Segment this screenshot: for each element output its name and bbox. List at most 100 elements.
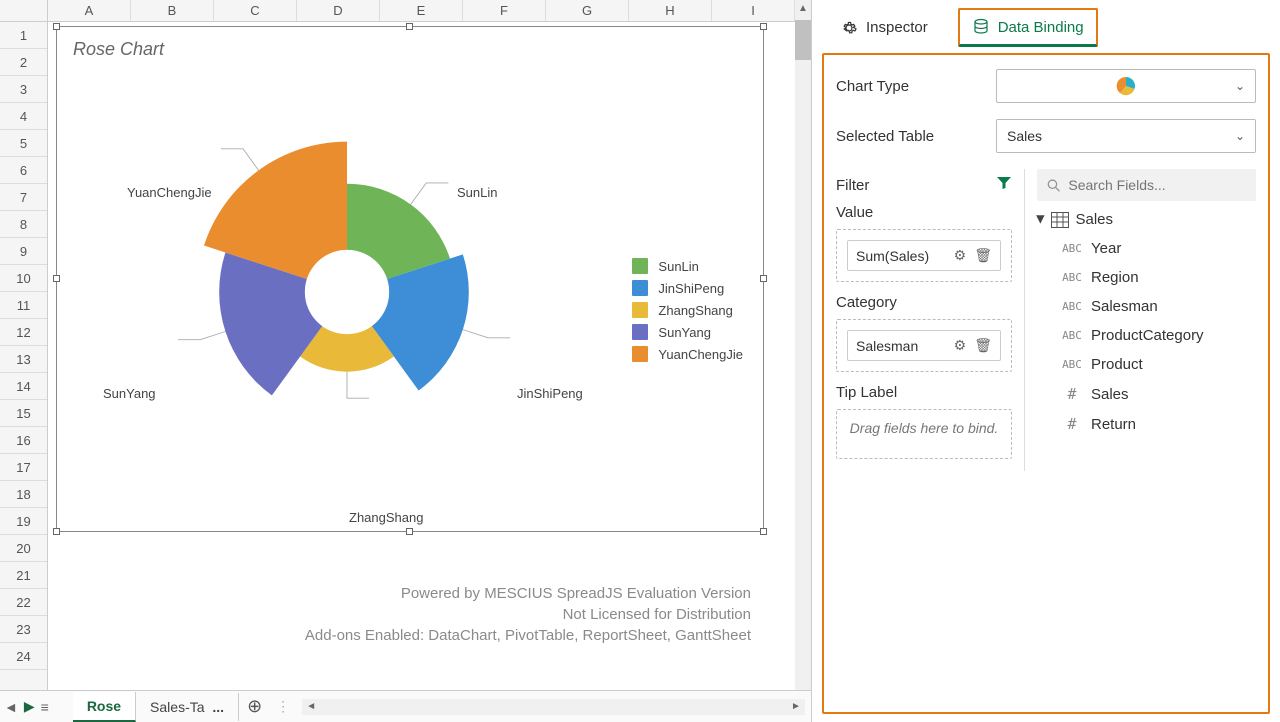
row-header[interactable]: 18 <box>0 481 47 508</box>
tab-resize-grip-icon[interactable]: ⋮ <box>270 698 296 715</box>
vertical-scrollbar[interactable]: ▲ <box>795 0 811 690</box>
row-header[interactable]: 1 <box>0 22 47 49</box>
value-chip[interactable]: Sum(Sales) ⚙ 🗑 <box>847 240 1001 271</box>
field-item[interactable]: ABCProduct <box>1037 350 1256 379</box>
field-item[interactable]: #Sales <box>1037 379 1256 409</box>
row-header[interactable]: 24 <box>0 643 47 670</box>
grid-area[interactable]: ABCDEFGHI 123456789101112131415161718192… <box>0 0 811 690</box>
search-icon <box>1047 178 1060 193</box>
trash-icon[interactable]: 🗑 <box>974 247 992 264</box>
row-header[interactable]: 13 <box>0 346 47 373</box>
column-header[interactable]: E <box>380 0 463 21</box>
resize-handle[interactable] <box>406 528 413 535</box>
row-headers[interactable]: 123456789101112131415161718192021222324 <box>0 22 48 690</box>
field-label: Product <box>1091 356 1143 373</box>
row-header[interactable]: 6 <box>0 157 47 184</box>
tiplabel-drop-zone[interactable]: Drag fields here to bind. <box>836 409 1012 459</box>
tab-nav-buttons[interactable]: ◄ ▶ ≡ <box>0 698 53 715</box>
column-header[interactable]: F <box>463 0 546 21</box>
field-item[interactable]: ABCProductCategory <box>1037 321 1256 350</box>
number-type-icon: # <box>1061 415 1083 433</box>
row-header[interactable]: 14 <box>0 373 47 400</box>
row-header[interactable]: 4 <box>0 103 47 130</box>
sheet-tab-label: Sales-Ta <box>150 699 204 715</box>
trash-icon[interactable]: 🗑 <box>974 337 992 354</box>
resize-handle[interactable] <box>406 23 413 30</box>
add-sheet-button[interactable]: ⊕ <box>239 696 270 717</box>
row-header[interactable]: 21 <box>0 562 47 589</box>
row-header[interactable]: 8 <box>0 211 47 238</box>
field-item[interactable]: #Return <box>1037 409 1256 439</box>
select-all-corner[interactable] <box>0 0 48 22</box>
gear-icon[interactable]: ⚙ <box>954 247 967 264</box>
value-drop-zone[interactable]: Sum(Sales) ⚙ 🗑 <box>836 229 1012 282</box>
field-item[interactable]: ABCYear <box>1037 234 1256 263</box>
column-headers[interactable]: ABCDEFGHI <box>48 0 795 22</box>
sheet-tab-active[interactable]: Rose <box>73 692 136 722</box>
tab-data-binding[interactable]: Data Binding <box>958 8 1098 47</box>
field-tree-root[interactable]: ▶ Sales <box>1037 211 1256 228</box>
scroll-right-arrow-icon[interactable]: ► <box>787 699 805 715</box>
gear-icon[interactable]: ⚙ <box>954 337 967 354</box>
watermark-line: Add-ons Enabled: DataChart, PivotTable, … <box>305 627 751 644</box>
legend-item: JinShiPeng <box>632 280 743 296</box>
selected-table-select[interactable]: Sales ⌄ <box>996 119 1256 153</box>
row-header[interactable]: 22 <box>0 589 47 616</box>
row-header[interactable]: 10 <box>0 265 47 292</box>
resize-handle[interactable] <box>53 23 60 30</box>
filter-icon[interactable] <box>996 175 1012 196</box>
resize-handle[interactable] <box>760 23 767 30</box>
nav-next-icon[interactable]: ▶ <box>24 698 35 715</box>
row-header[interactable]: 11 <box>0 292 47 319</box>
column-header[interactable]: C <box>214 0 297 21</box>
field-search[interactable] <box>1037 169 1256 201</box>
chart-plot-area: SunLin JinShiPeng ZhangShang SunYang Yua… <box>57 72 763 512</box>
text-type-icon: ABC <box>1061 271 1083 284</box>
row-header[interactable]: 2 <box>0 49 47 76</box>
filter-section-label: Filter <box>836 177 869 194</box>
category-chip[interactable]: Salesman ⚙ 🗑 <box>847 330 1001 361</box>
column-header[interactable]: A <box>48 0 131 21</box>
value-section-label: Value <box>836 204 873 221</box>
field-search-input[interactable] <box>1068 177 1246 193</box>
resize-handle[interactable] <box>53 528 60 535</box>
column-header[interactable]: H <box>629 0 712 21</box>
selected-table-value: Sales <box>1007 128 1042 144</box>
row-header[interactable]: 9 <box>0 238 47 265</box>
sheet-tab[interactable]: Sales-Ta ... <box>136 693 239 721</box>
nav-prev-icon[interactable]: ◄ <box>4 699 18 715</box>
sheet-tab-more: ... <box>212 699 224 715</box>
legend-item: YuanChengJie <box>632 346 743 362</box>
column-header[interactable]: B <box>131 0 214 21</box>
row-header[interactable]: 19 <box>0 508 47 535</box>
scroll-left-arrow-icon[interactable]: ◄ <box>302 699 320 715</box>
field-item[interactable]: ABCRegion <box>1037 263 1256 292</box>
row-header[interactable]: 5 <box>0 130 47 157</box>
chart-type-select[interactable]: ⌄ <box>996 69 1256 103</box>
vertical-scroll-thumb[interactable] <box>795 20 811 60</box>
column-header[interactable]: D <box>297 0 380 21</box>
rose-chart-object[interactable]: Rose Chart SunLin JinShiPeng ZhangShang … <box>56 26 764 532</box>
row-header[interactable]: 7 <box>0 184 47 211</box>
row-header[interactable]: 23 <box>0 616 47 643</box>
field-label: ProductCategory <box>1091 327 1204 344</box>
nav-menu-icon[interactable]: ≡ <box>41 699 49 715</box>
slice-label: SunLin <box>457 185 497 200</box>
cells-surface[interactable]: Rose Chart SunLin JinShiPeng ZhangShang … <box>48 22 795 690</box>
selected-table-label: Selected Table <box>836 128 996 145</box>
field-item[interactable]: ABCSalesman <box>1037 292 1256 321</box>
row-header[interactable]: 3 <box>0 76 47 103</box>
row-header[interactable]: 12 <box>0 319 47 346</box>
row-header[interactable]: 16 <box>0 427 47 454</box>
row-header[interactable]: 15 <box>0 400 47 427</box>
column-header[interactable]: I <box>712 0 795 21</box>
category-drop-zone[interactable]: Salesman ⚙ 🗑 <box>836 319 1012 372</box>
row-header[interactable]: 20 <box>0 535 47 562</box>
column-header[interactable]: G <box>546 0 629 21</box>
scroll-up-arrow-icon[interactable]: ▲ <box>795 0 811 18</box>
resize-handle[interactable] <box>760 528 767 535</box>
rose-chart-svg <box>87 62 607 522</box>
horizontal-scrollbar[interactable]: ◄ ► <box>302 699 805 715</box>
row-header[interactable]: 17 <box>0 454 47 481</box>
tab-inspector[interactable]: Inspector <box>828 11 940 45</box>
